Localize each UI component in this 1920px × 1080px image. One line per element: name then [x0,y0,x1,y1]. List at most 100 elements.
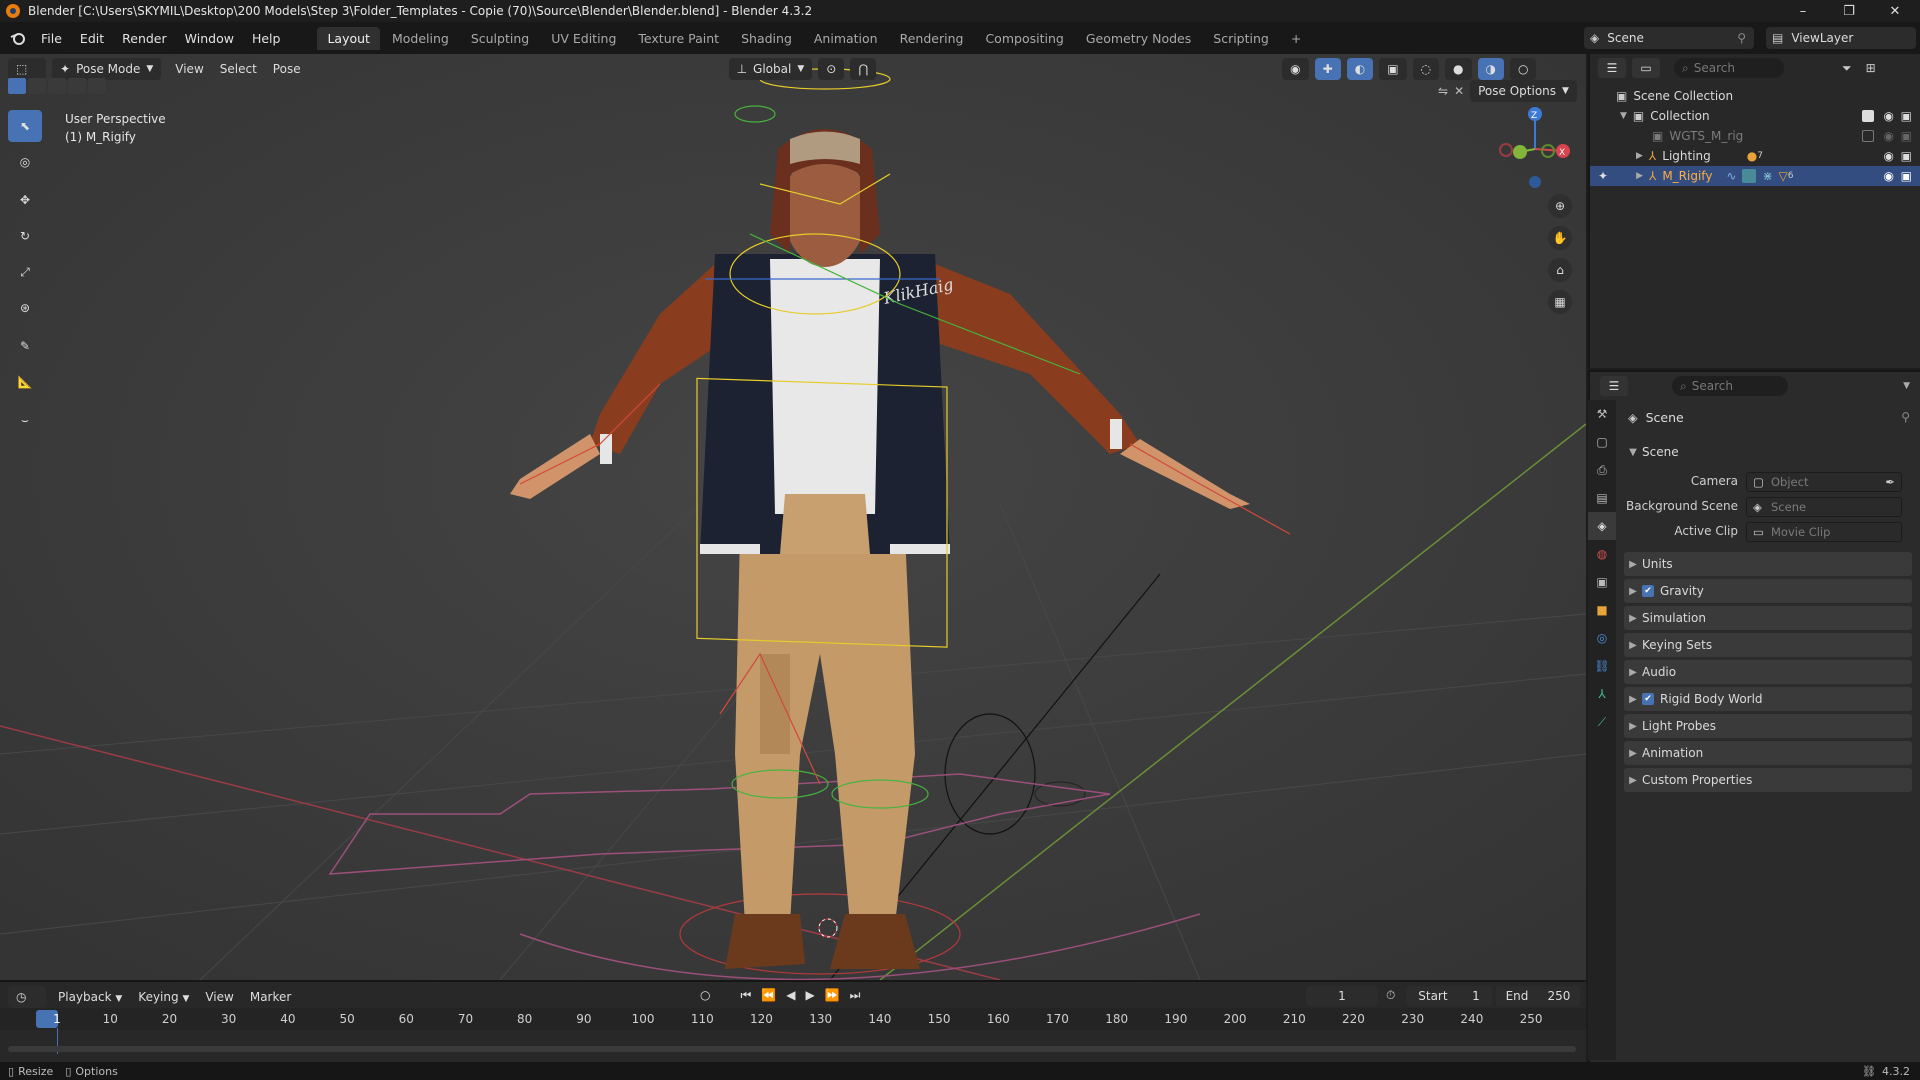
tab-world[interactable]: ◍ [1588,540,1616,568]
outliner-editor-type-icon[interactable]: ☰ [1598,58,1626,78]
chevron-down-icon[interactable]: ▼ [1620,111,1627,121]
scene-selector[interactable]: ◈ Scene ⚲ [1584,27,1754,49]
minimize-button[interactable]: – [1780,0,1826,22]
3d-viewport[interactable]: KlikHaig Z X [0,54,1586,980]
background-scene-field[interactable]: ◈ Scene [1746,497,1902,517]
panel-animation[interactable]: ▶ Animation [1624,741,1912,765]
pose-options-dropdown[interactable]: Pose Options ▼ [1470,80,1577,102]
camera-field[interactable]: ▢ Object ✒ [1746,472,1902,492]
eye-icon[interactable]: ◉ [1884,109,1894,123]
mode-dropdown[interactable]: ✦ Pose Mode ▼ [52,58,162,80]
current-frame-field[interactable]: 1 [1306,986,1378,1006]
tab-rendering[interactable]: Rendering [890,27,974,50]
tab-compositing[interactable]: Compositing [975,27,1073,50]
menu-playback[interactable]: Playback ▼ [50,990,130,1004]
tab-layout[interactable]: Layout [317,26,380,50]
measure-tool[interactable]: 📐 [8,366,42,398]
mirror-icon[interactable]: ⇋ [1438,84,1448,98]
annotate-tool[interactable]: ✎ [8,330,42,362]
panel-custom-properties[interactable]: ▶ Custom Properties [1624,768,1912,792]
add-workspace-button[interactable]: + [1281,27,1311,50]
panel-rigid-body-world[interactable]: ▶ ✔ Rigid Body World [1624,687,1912,711]
move-tool[interactable]: ✥ [8,184,42,216]
menu-render[interactable]: Render [113,31,176,46]
start-frame-field[interactable]: Start 1 [1406,986,1492,1006]
gravity-checkbox[interactable]: ✔ [1642,585,1654,597]
jump-end-icon[interactable]: ⏭ [850,988,861,1003]
camera-view-icon[interactable]: ⌂ [1548,258,1572,282]
select-box-tool[interactable]: ⬉ [8,110,42,142]
editor-type-button[interactable]: ⬚ [8,58,46,80]
panel-light-probes[interactable]: ▶ Light Probes [1624,714,1912,738]
properties-editor-type-icon[interactable]: ☰ [1600,376,1628,396]
eye-icon[interactable]: ◉ [1884,129,1894,143]
tab-output[interactable]: ⎙ [1588,456,1616,484]
zoom-icon[interactable]: ⊕ [1548,194,1572,218]
outliner-root[interactable]: ▣ Scene Collection [1590,86,1920,106]
tab-object[interactable]: ■ [1588,596,1616,624]
tab-view-layer[interactable]: ▤ [1588,484,1616,512]
play-icon[interactable]: ▶ [805,988,814,1003]
cursor-tool[interactable]: ◎ [8,146,42,178]
menu-pose[interactable]: Pose [265,62,309,76]
select-invert-icon[interactable] [68,78,86,94]
shading-material[interactable]: ◑ [1477,58,1504,80]
tab-constraints[interactable]: ⛓ [1588,652,1616,680]
transform-tool[interactable]: ⊛ [8,292,42,324]
menu-timeline-view[interactable]: View [197,990,241,1004]
stopwatch-icon[interactable]: ⏱ [1386,988,1395,1003]
menu-file[interactable]: File [32,31,71,46]
outliner-item-wgts[interactable]: ▣ WGTS_M_rig ◉ ▣ [1590,126,1920,146]
play-reverse-icon[interactable]: ◀ [786,988,795,1003]
shading-wireframe[interactable]: ◌ [1412,58,1440,80]
tab-uv-editing[interactable]: UV Editing [541,27,626,50]
menu-help[interactable]: Help [243,31,290,46]
maximize-button[interactable]: ❐ [1826,0,1872,22]
new-collection-icon[interactable]: ⊞ [1866,61,1876,75]
panel-gravity[interactable]: ▶ ✔ Gravity [1624,579,1912,603]
pin-icon[interactable]: ⚲ [1737,31,1746,45]
end-frame-field[interactable]: End 250 [1496,986,1580,1006]
outliner-item-m-rigify[interactable]: ✦ ▶ ⅄ M_Rigify ∿ ⋇ ▽ 6 ◉ ▣ [1590,166,1920,186]
camera-icon[interactable]: ▣ [1901,109,1912,123]
xray-toggle[interactable]: ▣ [1379,58,1407,80]
pivot-point-button[interactable]: ⊙ [818,58,845,80]
tab-modeling[interactable]: Modeling [382,27,459,50]
panel-audio[interactable]: ▶ Audio [1624,660,1912,684]
display-mode-icon[interactable]: ▭ [1632,58,1660,78]
orientation-dropdown[interactable]: ⊥ Global ▼ [728,58,813,80]
view-layer-selector[interactable]: ▤ ViewLayer [1766,27,1916,49]
properties-search-input[interactable]: ⌕ Search [1672,376,1788,396]
tab-physics[interactable]: ◎ [1588,624,1616,652]
tab-bone[interactable]: ⟋ [1588,708,1616,736]
camera-icon[interactable]: ▣ [1901,149,1912,163]
eye-icon[interactable]: ◉ [1884,149,1894,163]
rigid-body-checkbox[interactable]: ✔ [1642,693,1654,705]
next-keyframe-icon[interactable]: ⏩ [825,988,840,1003]
scale-tool[interactable]: ⤢ [8,256,42,288]
bone-size-tool[interactable]: ⌣ [8,404,42,436]
auto-keying-icon[interactable]: ○ [700,988,710,1003]
pan-hand-icon[interactable]: ✋ [1548,226,1572,250]
rotate-tool[interactable]: ↻ [8,220,42,252]
eyedropper-icon[interactable]: ✒ [1885,475,1895,489]
tab-geometry-nodes[interactable]: Geometry Nodes [1076,27,1201,50]
pin-icon[interactable]: ⚲ [1901,410,1910,424]
snap-button[interactable]: ⋂ [850,58,877,80]
chevron-right-icon[interactable]: ▶ [1636,151,1643,161]
active-clip-field[interactable]: ▭ Movie Clip [1746,522,1902,542]
chevron-right-icon[interactable]: ▶ [1636,171,1643,181]
panel-scene[interactable]: ▼ Scene [1624,440,1912,464]
shading-rendered[interactable]: ○ [1509,58,1537,80]
overlay-toggle[interactable]: ◐ [1346,58,1374,80]
exclude-checkbox[interactable] [1862,130,1874,142]
timeline-editor-type[interactable]: ◷ [8,986,46,1008]
tab-scene[interactable]: ◈ [1588,512,1616,540]
select-subtract-icon[interactable] [48,78,66,94]
tab-scripting[interactable]: Scripting [1203,27,1279,50]
filter-icon[interactable]: ⏷ [1842,61,1852,76]
gizmo-toggle[interactable]: ✚ [1314,58,1341,80]
outliner-item-lighting[interactable]: ▶ ⅄ Lighting ● 7 ◉ ▣ [1590,146,1920,166]
select-intersect-icon[interactable] [88,78,106,94]
x-mirror-toggle[interactable]: ✕ [1454,84,1464,98]
